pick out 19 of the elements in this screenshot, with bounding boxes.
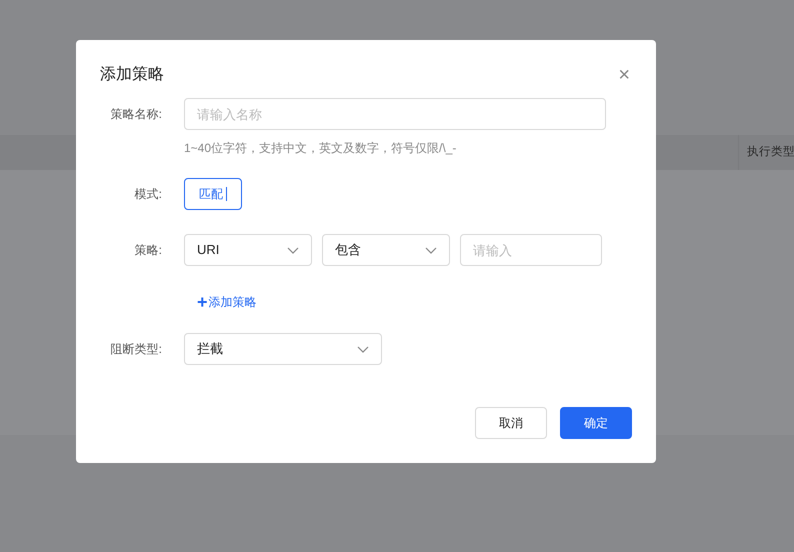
confirm-button[interactable]: 确定	[560, 407, 632, 439]
chevron-down-icon	[425, 246, 437, 254]
hint-text: 1~40位字符，支持中文，英文及数字，符号仅限/\_-	[184, 141, 456, 155]
field-label: 策略名称:	[110, 106, 162, 123]
operator-select[interactable]: 包含	[322, 234, 450, 266]
field-label: 策略:	[134, 242, 162, 259]
chevron-down-icon	[357, 346, 369, 352]
chevron-down-icon	[287, 246, 299, 254]
close-button[interactable]: ×	[618, 65, 630, 85]
name-input-field[interactable]: 请输入名称	[184, 98, 606, 130]
field-label: 模式:	[134, 186, 162, 203]
dialog-title: 添加策略	[100, 64, 164, 85]
value-input-field[interactable]: 请输入	[460, 234, 602, 266]
add-policy-link[interactable]: +添加策略	[197, 293, 257, 311]
field-select[interactable]: URI	[184, 234, 312, 266]
mode-option[interactable]: 匹配	[184, 178, 242, 210]
block-type-select[interactable]: 拦截	[184, 333, 382, 365]
cancel-button[interactable]: 取消	[475, 407, 547, 439]
field-label: 阻断类型:	[110, 341, 162, 358]
